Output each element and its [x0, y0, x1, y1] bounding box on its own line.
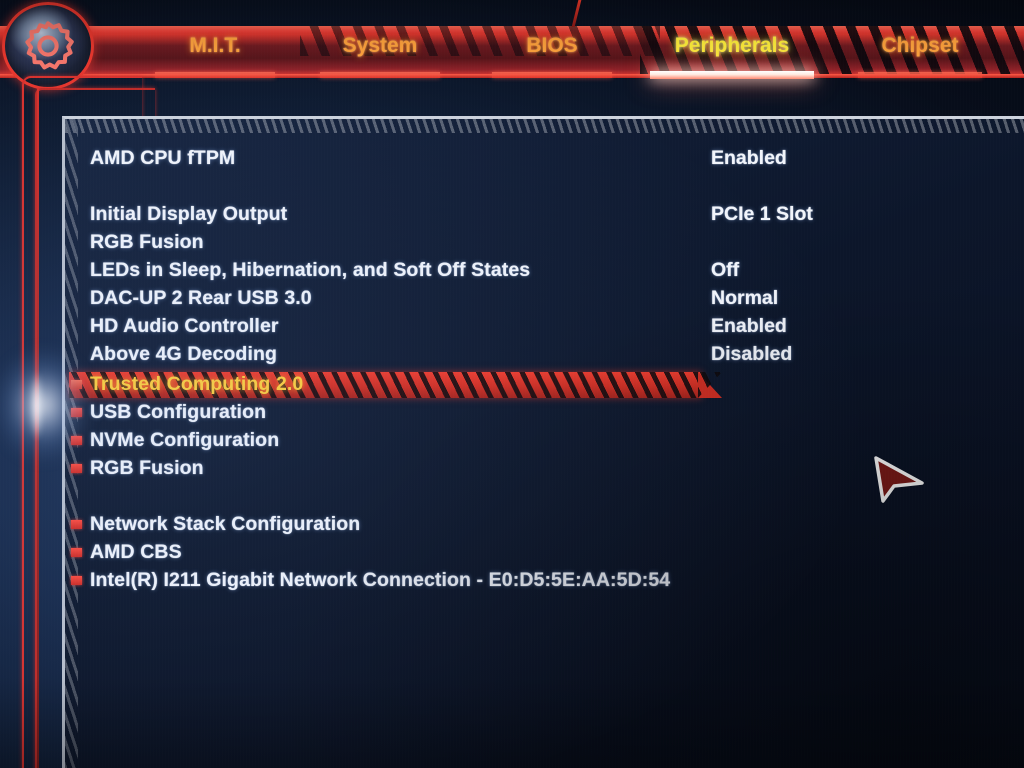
submenu-row[interactable]: Intel(R) I211 Gigabit Network Connection… [65, 567, 1024, 594]
submenu-bullet-icon [71, 380, 82, 389]
setting-value[interactable]: Enabled [711, 313, 787, 340]
setting-label: AMD CBS [90, 541, 182, 563]
decorative-tick [571, 0, 582, 27]
setting-row[interactable]: Initial Display Output PCIe 1 Slot [65, 201, 1024, 228]
setting-label: AMD CPU fTPM [90, 147, 236, 169]
tab-underline [320, 72, 440, 78]
setting-label: Intel(R) I211 Gigabit Network Connection… [90, 569, 671, 591]
tab-underline [858, 72, 982, 78]
bios-screen: M.I.T. System BIOS Peripherals Chipset AMD C… [0, 0, 1024, 768]
setting-label: LEDs in Sleep, Hibernation, and Soft Off… [90, 259, 531, 281]
tab-underline [650, 71, 814, 79]
submenu-bullet-icon [71, 464, 82, 473]
submenu-bullet-icon [71, 436, 82, 445]
tab-bios[interactable]: BIOS [492, 34, 612, 78]
setting-row[interactable]: Above 4G Decoding Disabled [65, 341, 1024, 368]
tab-m-i-t[interactable]: M.I.T. [155, 34, 275, 78]
submenu-row[interactable]: USB Configuration [65, 399, 1024, 426]
setting-label: RGB Fusion [90, 231, 204, 253]
setting-label: Network Stack Configuration [90, 513, 361, 535]
setting-value[interactable]: Disabled [711, 341, 792, 368]
setting-row[interactable]: LEDs in Sleep, Hibernation, and Soft Off… [65, 257, 1024, 284]
setting-value[interactable]: Off [711, 257, 739, 284]
setting-value[interactable]: PCIe 1 Slot [711, 201, 813, 228]
setting-row[interactable]: RGB Fusion [65, 229, 1024, 256]
setting-label: RGB Fusion [90, 457, 204, 479]
settings-panel: AMD CPU fTPM Enabled Initial Display Outpu… [62, 116, 1024, 768]
mouse-cursor [872, 455, 926, 505]
submenu-row[interactable]: AMD CBS [65, 539, 1024, 566]
setting-label: USB Configuration [90, 401, 267, 423]
submenu-bullet-icon [71, 548, 82, 557]
screen-glare-core [28, 358, 46, 454]
gear-icon [25, 21, 74, 70]
tab-label: Peripherals [674, 34, 790, 57]
tab-underline [155, 72, 275, 78]
tab-system[interactable]: System [320, 34, 440, 78]
tab-chipset[interactable]: Chipset [858, 34, 982, 78]
tab-label: M.I.T. [189, 34, 241, 57]
tab-underline [492, 72, 612, 78]
setting-value[interactable]: Enabled [711, 145, 787, 172]
submenu-bullet-icon [71, 408, 82, 417]
tab-peripherals[interactable]: Peripherals [650, 34, 814, 79]
settings-list: AMD CPU fTPM Enabled Initial Display Outpu… [65, 119, 1024, 768]
setting-label: NVMe Configuration [90, 429, 280, 451]
setting-label: Above 4G Decoding [90, 343, 277, 365]
setting-row[interactable]: AMD CPU fTPM Enabled [65, 145, 1024, 172]
submenu-row[interactable]: Network Stack Configuration [65, 511, 1024, 538]
setting-row[interactable]: DAC-UP 2 Rear USB 3.0 Normal [65, 285, 1024, 312]
submenu-bullet-icon [71, 576, 82, 585]
setting-label: DAC-UP 2 Rear USB 3.0 [90, 287, 312, 309]
submenu-row[interactable]: NVMe Configuration [65, 427, 1024, 454]
setting-label: Trusted Computing 2.0 [90, 373, 304, 395]
setting-row[interactable]: HD Audio Controller Enabled [65, 313, 1024, 340]
arrow-pointer-cursor-icon [874, 456, 924, 503]
tab-label: Chipset [881, 34, 959, 57]
submenu-row[interactable]: Trusted Computing 2.0 [65, 371, 1024, 398]
setting-label: Initial Display Output [90, 203, 288, 225]
setting-value[interactable]: Normal [711, 285, 778, 312]
submenu-bullet-icon [71, 520, 82, 529]
tab-label: System [342, 34, 418, 57]
tab-label: BIOS [526, 34, 578, 57]
setting-label: HD Audio Controller [90, 315, 279, 337]
